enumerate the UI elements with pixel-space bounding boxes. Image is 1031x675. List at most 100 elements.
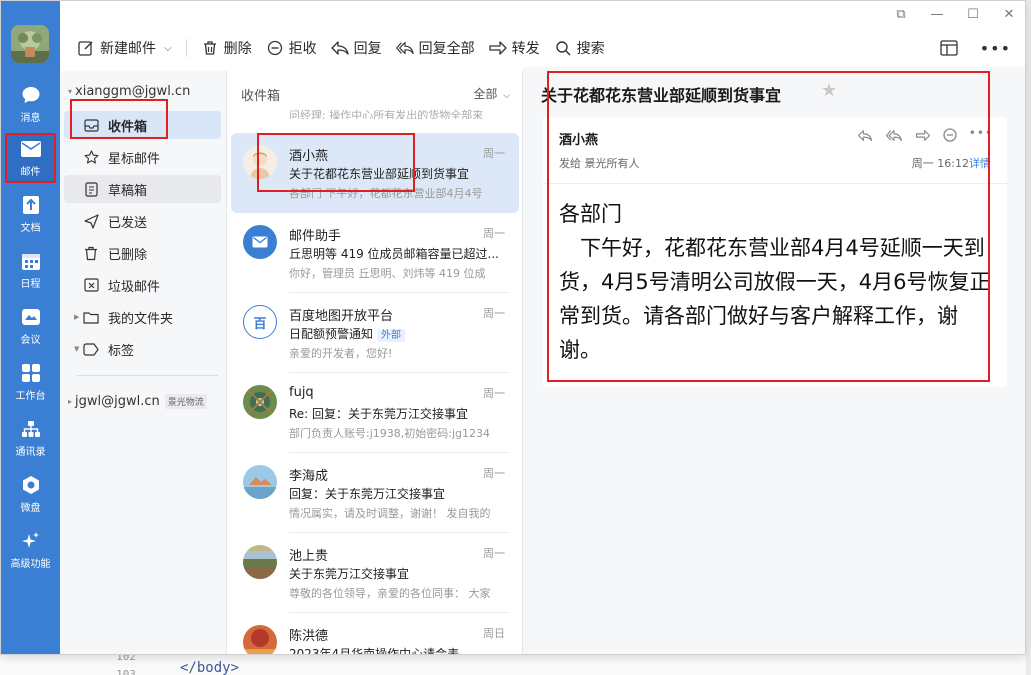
account-secondary[interactable]: ▸ jgwl@jgwl.cn 景光物流 xyxy=(68,394,207,409)
nav-workbench[interactable]: 工作台 xyxy=(5,357,56,407)
folder-starred[interactable]: 星标邮件 xyxy=(64,143,221,171)
nav-calendar[interactable]: 日程 xyxy=(5,245,56,295)
nav-label: 日程 xyxy=(20,279,41,290)
filter-label: 全部 xyxy=(473,87,498,101)
nav-contacts[interactable]: 通讯录 xyxy=(5,413,56,463)
folder-deleted[interactable]: 已删除 xyxy=(64,239,221,267)
forward-button[interactable]: 转发 xyxy=(488,34,540,62)
maximize-icon[interactable]: ☐ xyxy=(965,7,981,22)
compose-icon xyxy=(77,39,95,57)
message-date: 周一 xyxy=(483,307,505,320)
contacts-icon xyxy=(20,418,42,440)
nav-label: 工作台 xyxy=(15,391,46,402)
message-sender: fujq xyxy=(289,385,314,400)
message-sender: 池上贵 xyxy=(289,549,329,564)
folder-spam[interactable]: 垃圾邮件 xyxy=(64,271,221,299)
message-date: 周一 xyxy=(483,467,505,480)
folder-label: 已删除 xyxy=(108,247,148,263)
reject-button[interactable]: 拒收 xyxy=(266,34,317,62)
avatar xyxy=(243,385,277,419)
minimize-icon[interactable]: — xyxy=(929,7,945,22)
folder-label: 垃圾邮件 xyxy=(108,279,161,295)
message-sender: 李海成 xyxy=(289,469,329,484)
compose-button[interactable]: 新建邮件 ⌵ xyxy=(77,34,172,62)
email-time: 周一 16:12 xyxy=(911,157,969,170)
workbench-icon xyxy=(20,362,42,384)
reply-all-icon[interactable] xyxy=(885,127,903,146)
message-subject: 2023年4月华南操作中心请会表 xyxy=(289,647,460,655)
message-sender: 酒小燕 xyxy=(289,149,329,164)
account-tag: 景光物流 xyxy=(164,394,207,409)
line-number: 103 xyxy=(116,668,136,675)
reply-icon[interactable] xyxy=(857,127,873,146)
toolbar: 新建邮件 ⌵ 删除 拒收 回复 回复全部 转发 搜索 ••• xyxy=(60,29,1025,67)
nav-messages[interactable]: 消息 xyxy=(5,79,56,129)
search-label: 搜索 xyxy=(576,41,605,57)
caret-down-icon[interactable]: ▼ xyxy=(74,345,79,353)
star-icon[interactable]: ★ xyxy=(821,80,837,101)
nav-mail[interactable]: 邮件 xyxy=(5,133,56,183)
folder-label: 已发送 xyxy=(108,215,148,231)
message-preview: 情况属实，请及时调整，谢谢！ 发自我的 xyxy=(289,507,491,520)
draft-icon xyxy=(82,180,100,198)
reply-button[interactable]: 回复 xyxy=(330,34,382,62)
list-item[interactable]: 百 百度地图开放平台 周一 日配额预警通知 外部 亲爱的开发者，您好! xyxy=(231,293,519,373)
avatar xyxy=(243,465,277,499)
comment-icon[interactable] xyxy=(943,127,957,146)
more-icon[interactable]: ••• xyxy=(980,39,1011,58)
layout-icon[interactable] xyxy=(940,40,958,56)
folder-drafts[interactable]: 草稿箱 xyxy=(64,175,221,203)
filter-dropdown[interactable]: 全部 ⌵ xyxy=(473,85,510,102)
account-email: jgwl@jgwl.cn xyxy=(75,394,160,409)
message-preview: 部门负责人账号:j1938,初始密码:jg1234 xyxy=(289,427,490,440)
email-body: 各部门 下午好，花都花东营业部4月4号延顺一天到货，4月5号清明公司放假一天，4… xyxy=(559,197,999,367)
reply-all-button[interactable]: 回复全部 xyxy=(395,34,475,62)
chat-icon xyxy=(20,84,42,106)
nav-label: 文档 xyxy=(20,223,41,234)
more-icon[interactable]: ••• xyxy=(969,127,993,146)
pin-icon[interactable]: ⧉ xyxy=(893,7,909,22)
search-button[interactable]: 搜索 xyxy=(554,34,605,62)
nav-docs[interactable]: 文档 xyxy=(5,189,56,239)
message-subject: 关于东莞万江交接事宜 xyxy=(289,567,410,581)
search-icon xyxy=(554,39,572,57)
nav-label: 消息 xyxy=(20,113,41,124)
nav-meeting[interactable]: 会议 xyxy=(5,301,56,351)
message-preview: 你好，管理员 丘思明、刘炜等 419 位成 xyxy=(289,267,486,280)
forward-icon[interactable] xyxy=(915,127,931,146)
email-subject: 关于花都花东营业部延顺到货事宜 xyxy=(541,86,782,105)
delete-label: 删除 xyxy=(223,41,252,57)
message-date: 周一 xyxy=(483,147,505,160)
chevron-down-icon[interactable]: ⌵ xyxy=(164,43,172,54)
send-icon xyxy=(82,212,100,230)
close-icon[interactable]: ✕ xyxy=(1001,7,1017,22)
email-sender[interactable]: 酒小燕 xyxy=(559,129,598,148)
meeting-icon xyxy=(20,306,42,328)
folder-labels[interactable]: ▼ 标签 xyxy=(64,335,221,363)
list-item[interactable]: 邮件助手 周一 丘思明等 419 位成员邮箱容量已超过... 你好，管理员 丘思… xyxy=(231,213,519,293)
list-item[interactable]: 李海成 周一 回复：关于东莞万江交接事宜 情况属实，请及时调整，谢谢！ 发自我的 xyxy=(231,453,519,533)
account-primary[interactable]: ▾ xianggm@jgwl.cn xyxy=(68,84,190,99)
folder-inbox[interactable]: 收件箱 xyxy=(64,111,221,139)
email-body-paragraph: 下午好，花都花东营业部4月4号延顺一天到货，4月5号清明公司放假一天，4月6号恢… xyxy=(559,236,991,362)
list-item[interactable]: 陈洪德 周日 2023年4月华南操作中心请会表 ⚲ xyxy=(231,613,519,655)
delete-button[interactable]: 删除 xyxy=(201,34,252,62)
avatar[interactable] xyxy=(11,25,49,63)
list-item[interactable]: 池上贵 周一 关于东莞万江交接事宜 尊敬的各位领导，亲爱的各位同事： 大家 xyxy=(231,533,519,613)
list-item[interactable]: fujq 周一 Re: 回复：关于东莞万江交接事宜 部门负责人账号:j1938,… xyxy=(231,373,519,453)
folder-label: 我的文件夹 xyxy=(108,311,174,327)
caret-right-icon[interactable]: ▶ xyxy=(74,313,79,321)
details-link[interactable]: 详情 xyxy=(969,155,991,171)
folder-my-folders[interactable]: ▶ 我的文件夹 xyxy=(64,303,221,331)
external-badge: 外部 xyxy=(377,329,406,342)
message-preview: 亲爱的开发者，您好! xyxy=(289,347,393,360)
divider xyxy=(76,375,218,376)
nav-advanced[interactable]: 高级功能 xyxy=(5,525,56,575)
list-item[interactable]: 酒小燕 周一 关于花都花东营业部延顺到货事宜 各部门 下午好，花都花东营业部4月… xyxy=(231,133,519,213)
caret-right-icon: ▸ xyxy=(68,397,73,406)
mail-assistant-icon xyxy=(243,225,277,259)
folder-sent[interactable]: 已发送 xyxy=(64,207,221,235)
message-preview: 尊敬的各位领导，亲爱的各位同事： 大家 xyxy=(289,587,491,600)
nav-drive[interactable]: 微盘 xyxy=(5,469,56,519)
reply-all-label: 回复全部 xyxy=(418,41,475,57)
